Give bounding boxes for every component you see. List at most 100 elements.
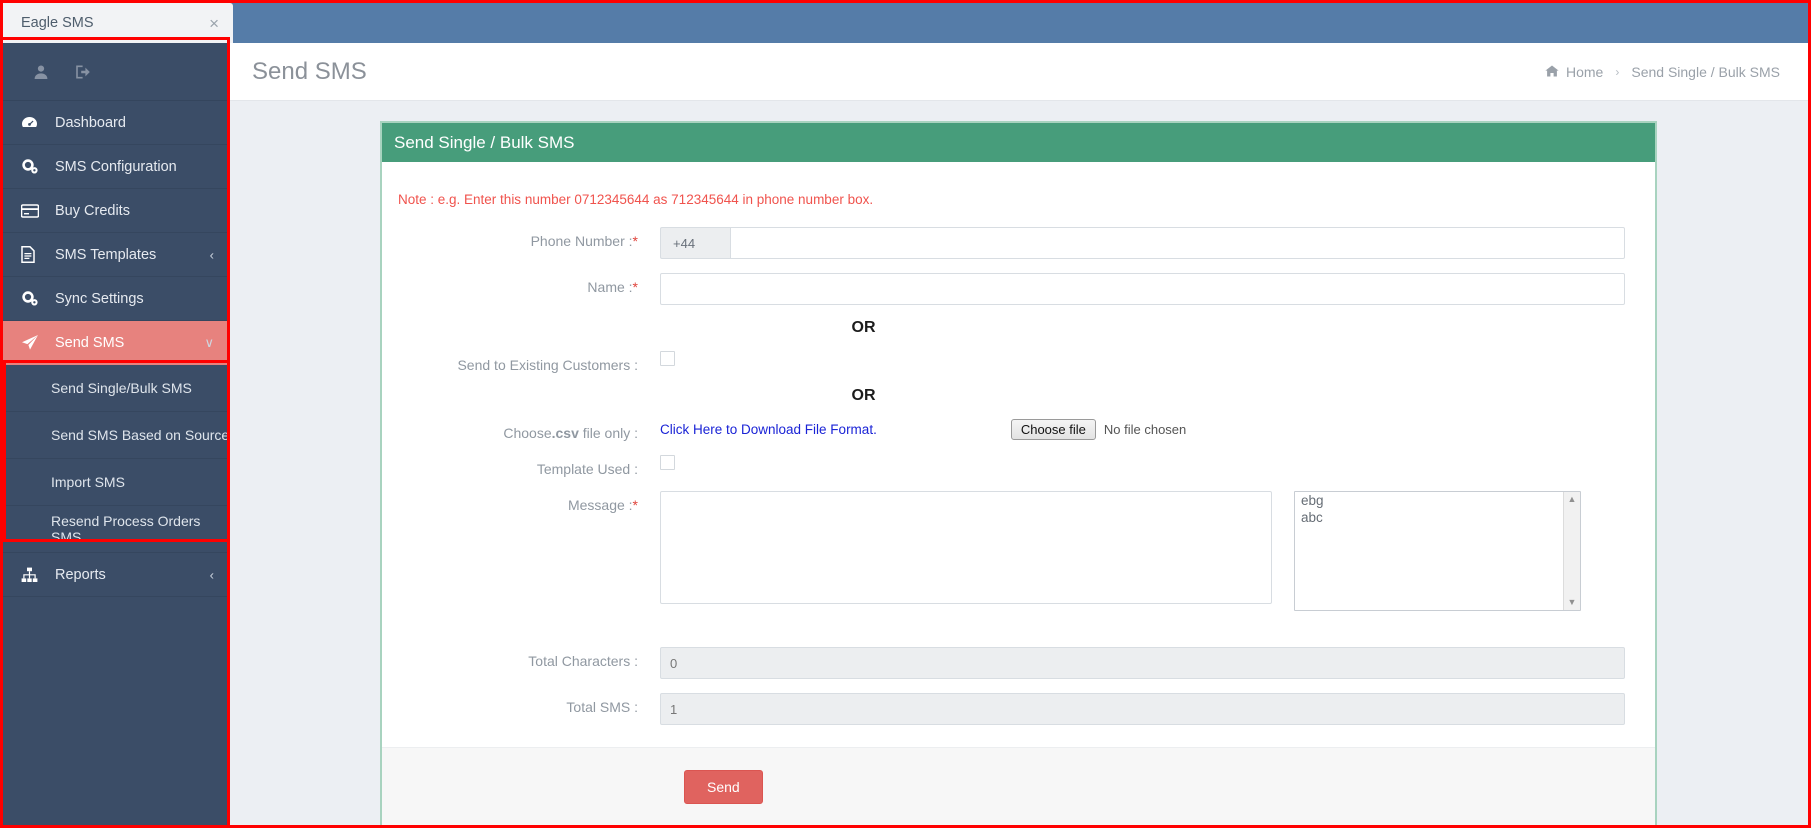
- sidebar-item-buy-credits[interactable]: Buy Credits: [3, 189, 230, 233]
- no-file-chosen-text: No file chosen: [1103, 422, 1187, 437]
- total-sms-input: [660, 693, 1625, 725]
- sidebar-item-sync-settings[interactable]: Sync Settings: [3, 277, 230, 321]
- browser-tab[interactable]: Eagle SMS ×: [3, 3, 233, 43]
- sidebar-item-label: SMS Configuration: [55, 158, 177, 175]
- existing-customers-row: Send to Existing Customers :: [382, 351, 1655, 373]
- template-used-label: Template Used :: [536, 461, 638, 477]
- message-label: Message :*: [382, 491, 660, 513]
- page-title: Send SMS: [252, 57, 367, 85]
- chevron-left-icon: ‹: [209, 567, 214, 582]
- send-sms-panel: Send Single / Bulk SMS Note : e.g. Enter…: [380, 121, 1657, 828]
- sitemap-icon: [21, 567, 45, 583]
- sidebar-item-dashboard[interactable]: Dashboard: [3, 101, 230, 145]
- breadcrumb-current: Send Single / Bulk SMS: [1631, 63, 1780, 80]
- panel-header: Send Single / Bulk SMS: [382, 123, 1655, 162]
- content-header: Send SMS Home › Send Single / Bulk SMS: [230, 43, 1808, 101]
- download-file-format-link[interactable]: Click Here to Download File Format.: [660, 422, 877, 437]
- name-row: Name :*: [382, 273, 1655, 305]
- credit-card-icon: [21, 203, 45, 218]
- breadcrumb-home[interactable]: Home: [1545, 64, 1603, 80]
- sidebar-item-sms-configuration[interactable]: SMS Configuration: [3, 145, 230, 189]
- note-text: Note : e.g. Enter this number 0712345644…: [398, 192, 874, 207]
- user-icon[interactable]: [33, 64, 49, 80]
- sidebar-item-label: SMS Templates: [55, 246, 157, 263]
- sidebar-subitem-send-single-bulk-sms[interactable]: Send Single/Bulk SMS: [3, 365, 230, 412]
- list-item[interactable]: abc: [1295, 509, 1580, 526]
- file-text-icon: [21, 246, 45, 263]
- file-picker: Choose file No file chosen: [1010, 419, 1187, 440]
- name-label-text: Name :: [587, 279, 633, 295]
- message-textarea[interactable]: [660, 491, 1272, 604]
- total-characters-label: Total Characters :: [528, 653, 638, 669]
- total-sms-label: Total SMS :: [566, 699, 638, 715]
- phone-number-label-text: Phone Number :: [530, 233, 633, 249]
- message-field: ebg abc ▲ ▼: [660, 491, 1581, 611]
- csv-label-strong: .csv: [551, 425, 579, 441]
- choose-file-button[interactable]: Choose file: [1010, 419, 1096, 440]
- phone-number-input[interactable]: [729, 227, 1625, 259]
- sidebar-item-label: Send SMS: [55, 334, 125, 351]
- sidebar: Dashboard SMS Configuration Buy Credits …: [3, 43, 230, 825]
- chevron-left-icon: ‹: [209, 247, 214, 262]
- or-divider-2: OR: [851, 387, 876, 404]
- scroll-down-icon[interactable]: ▼: [1568, 598, 1577, 607]
- sidebar-item-label: Reports: [55, 566, 106, 583]
- required-asterisk: *: [632, 233, 638, 249]
- browser-tabstrip: Eagle SMS ×: [3, 3, 1808, 43]
- gears-icon: [21, 158, 45, 175]
- sidebar-user-bar: [3, 43, 230, 101]
- country-code-addon: +44: [660, 227, 730, 259]
- sidebar-item-reports[interactable]: Reports ‹: [3, 553, 230, 597]
- required-asterisk: *: [632, 497, 638, 513]
- sidebar-item-label: Sync Settings: [55, 290, 144, 307]
- paper-plane-icon: [21, 334, 45, 351]
- panel-title: Send Single / Bulk SMS: [394, 132, 575, 152]
- template-listbox-scrollbar[interactable]: ▲ ▼: [1563, 492, 1580, 610]
- sidebar-subitem-label: Send Single/Bulk SMS: [51, 380, 192, 396]
- name-input[interactable]: [660, 273, 1625, 305]
- sidebar-item-label: Dashboard: [55, 114, 126, 131]
- scroll-up-icon[interactable]: ▲: [1568, 495, 1577, 504]
- message-label-text: Message :: [567, 497, 633, 513]
- existing-customers-label: Send to Existing Customers :: [457, 357, 638, 373]
- or-divider-1: OR: [851, 319, 876, 336]
- total-characters-row: Total Characters :: [382, 647, 1655, 679]
- csv-label-suffix: file only :: [578, 425, 638, 441]
- name-field: [660, 273, 1655, 305]
- sidebar-subitem-resend-process-orders-sms[interactable]: Resend Process Orders SMS: [3, 506, 230, 553]
- total-characters-field: [660, 647, 1655, 679]
- csv-label: Choose.csv file only :: [382, 419, 660, 441]
- dashboard-icon: [21, 114, 45, 131]
- name-label: Name :*: [382, 273, 660, 295]
- existing-customers-field: [660, 351, 1655, 371]
- sidebar-subitem-label: Resend Process Orders SMS: [51, 513, 201, 545]
- sidebar-item-sms-templates[interactable]: SMS Templates ‹: [3, 233, 230, 277]
- send-button[interactable]: Send: [684, 770, 763, 804]
- phone-input-group: +44: [660, 227, 1625, 259]
- total-sms-row: Total SMS :: [382, 693, 1655, 725]
- sidebar-subitem-label: Import SMS: [51, 474, 125, 490]
- close-icon[interactable]: ×: [205, 15, 223, 32]
- sidebar-subitem-label: Send SMS Based on Source: [51, 427, 230, 443]
- template-used-row: Template Used :: [382, 455, 1655, 477]
- sidebar-subitem-send-sms-based-on-source[interactable]: Send SMS Based on Source: [3, 412, 230, 459]
- sidebar-item-send-sms[interactable]: Send SMS ∨: [3, 321, 230, 365]
- panel-footer: Send: [382, 747, 1655, 826]
- existing-customers-checkbox[interactable]: [660, 351, 675, 366]
- panel-body: Note : e.g. Enter this number 0712345644…: [382, 162, 1655, 826]
- gears-icon: [21, 290, 45, 307]
- app-window: Eagle SMS × Dashboard SMS Configuration: [0, 0, 1811, 828]
- sidebar-item-label: Buy Credits: [55, 202, 130, 219]
- sidebar-subitem-import-sms[interactable]: Import SMS: [3, 459, 230, 506]
- template-used-checkbox[interactable]: [660, 455, 675, 470]
- list-item[interactable]: ebg: [1295, 492, 1580, 509]
- phone-number-row: Phone Number :* +44: [382, 227, 1655, 259]
- logout-icon[interactable]: [75, 64, 92, 80]
- total-sms-field: [660, 693, 1655, 725]
- phone-number-field: +44: [660, 227, 1655, 259]
- breadcrumb-separator: ›: [1615, 64, 1620, 79]
- template-listbox[interactable]: ebg abc ▲ ▼: [1294, 491, 1581, 611]
- chevron-down-icon: ∨: [204, 334, 214, 350]
- csv-row: Choose.csv file only : Click Here to Dow…: [382, 419, 1655, 441]
- home-icon: [1545, 64, 1559, 80]
